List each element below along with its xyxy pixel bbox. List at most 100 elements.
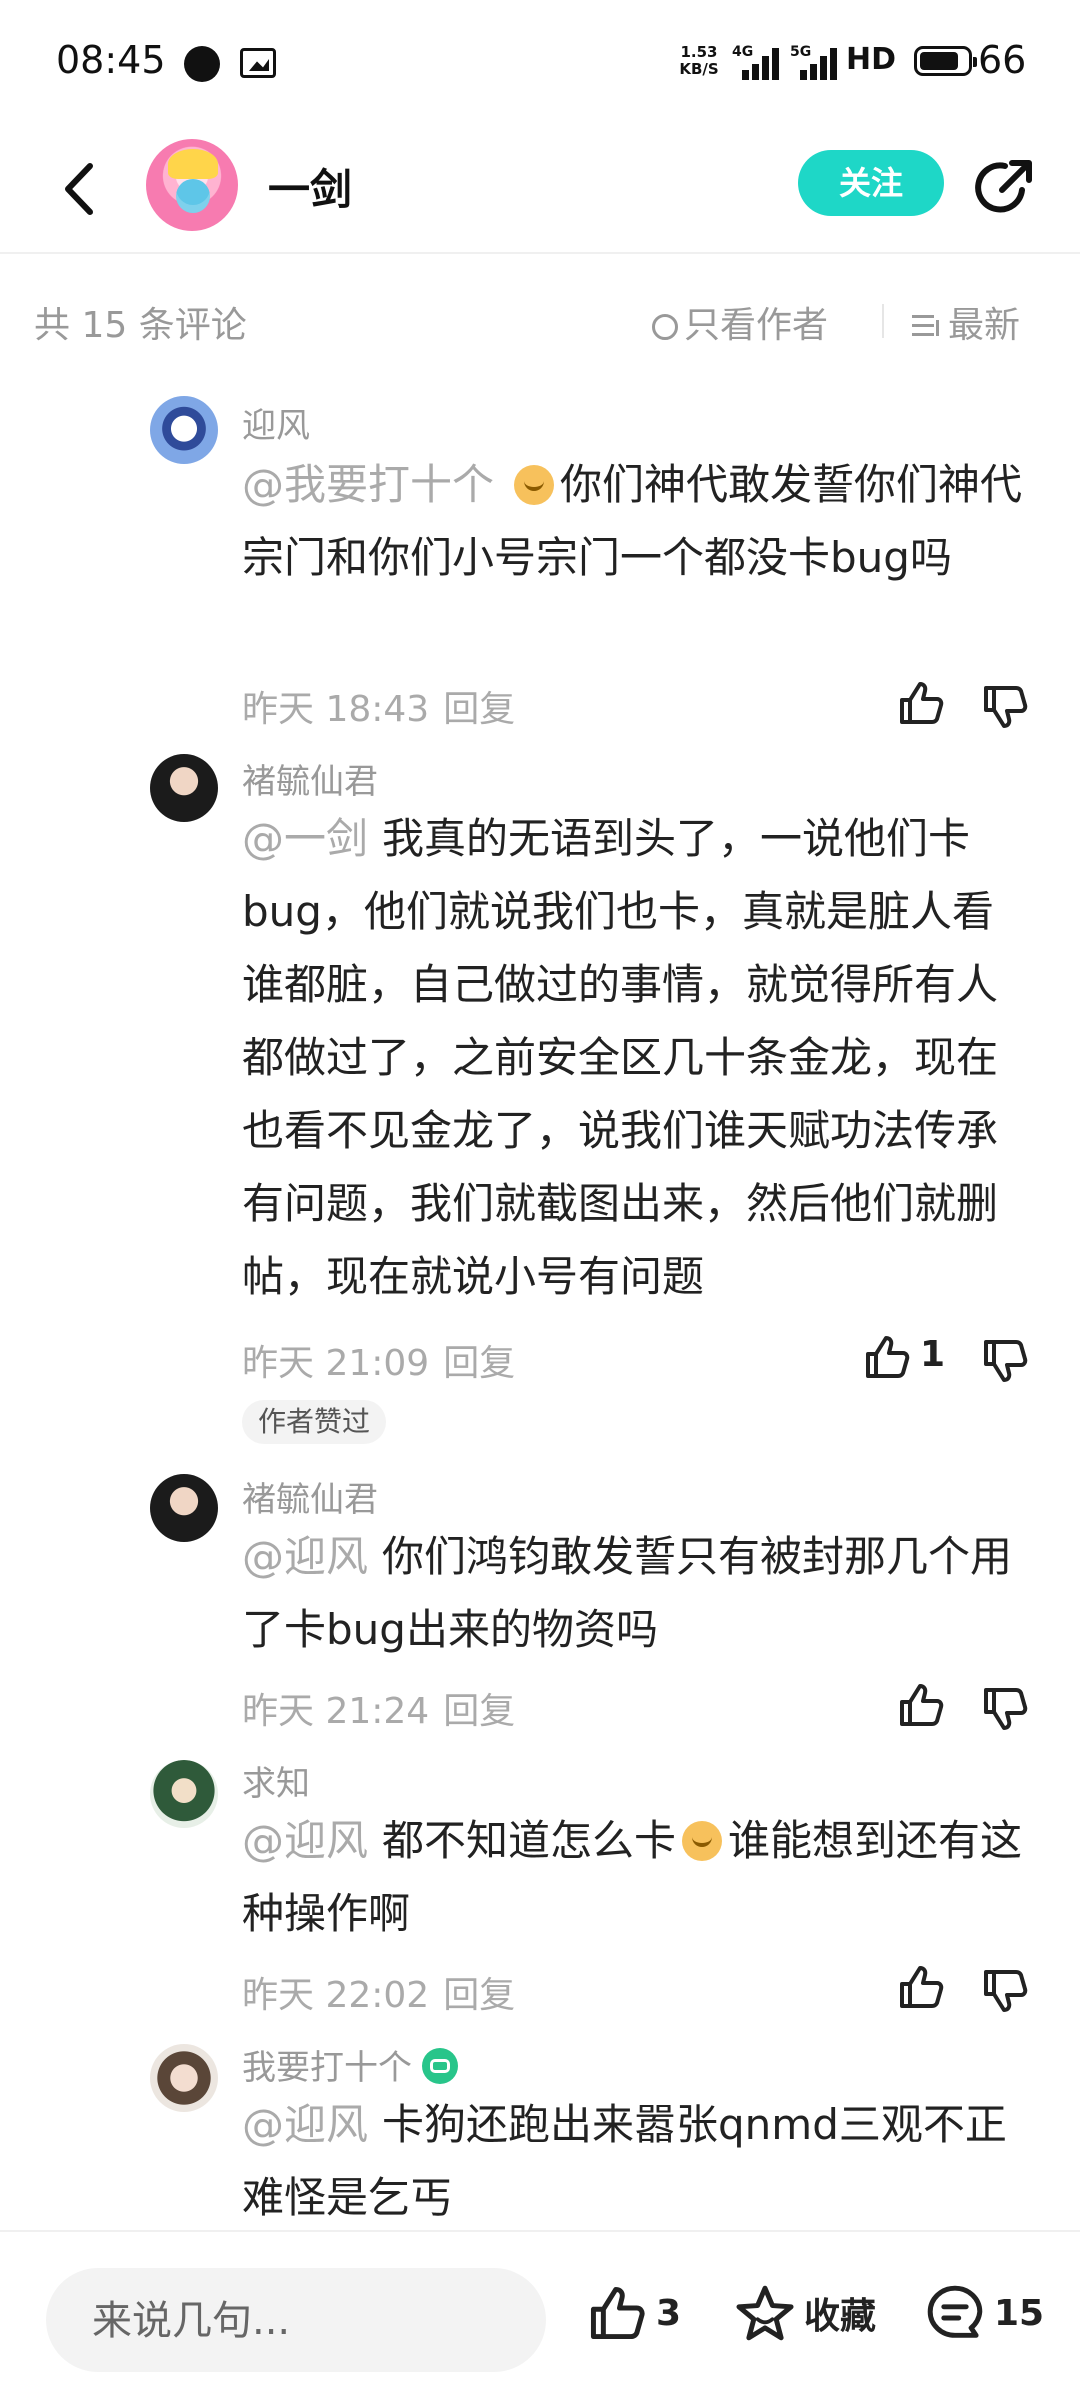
mention-link[interactable]: @迎风 xyxy=(242,2100,368,2149)
comment-username[interactable]: 褚毓仙君 xyxy=(242,1472,378,1521)
author-liked-badge: 作者赞过 xyxy=(242,1400,387,1444)
avatar[interactable] xyxy=(150,1474,218,1542)
thumbs-down-icon xyxy=(984,1340,1028,1382)
sort-newest-button[interactable]: 最新 xyxy=(912,296,1020,348)
radio-unchecked-icon xyxy=(652,314,678,340)
status-time: 08:45 xyxy=(56,38,166,82)
game-badge-icon xyxy=(422,2048,458,2084)
comment-text: @迎风 卡狗还跑出来嚣张qnmd三观不正 难怪是乞丐 xyxy=(242,2088,1032,2230)
like-button[interactable] xyxy=(862,1332,912,1382)
bottom-action-bar: 3 收藏 15 xyxy=(0,2230,1080,2402)
thumbs-up-icon xyxy=(900,682,944,724)
dislike-button[interactable] xyxy=(980,1336,1030,1386)
comment-username[interactable]: 我要打十个 xyxy=(242,2040,458,2089)
comment-username[interactable]: 迎风 xyxy=(242,398,310,447)
network-speed-unit: KB/S xyxy=(679,60,719,78)
mention-link[interactable]: @我要打十个 xyxy=(242,460,494,509)
comment-body: 都不知道怎么卡 xyxy=(382,1816,677,1865)
signal-5g-icon: 5G xyxy=(790,44,850,80)
comment-time: 昨天 18:43 xyxy=(242,689,430,730)
sort-newest-label: 最新 xyxy=(948,305,1021,346)
comment-count: 共 15 条评论 xyxy=(34,305,247,346)
avatar[interactable] xyxy=(150,1760,218,1828)
network-speed-value: 1.53 xyxy=(680,43,718,61)
comment-meta: 昨天 18:43 回复 xyxy=(242,680,515,732)
comment-meta: 昨天 21:09 回复 xyxy=(242,1334,515,1386)
chevron-left-icon xyxy=(65,163,93,215)
favorite-button[interactable]: 收藏 xyxy=(734,2282,876,2352)
comment-time: 昨天 22:02 xyxy=(242,1975,430,2016)
thumbs-up-icon xyxy=(590,2286,645,2340)
avatar[interactable] xyxy=(150,754,218,822)
post-header: 一剑 关注 xyxy=(0,126,1080,254)
mention-link[interactable]: @迎风 xyxy=(242,1532,368,1581)
battery-level: 66 xyxy=(978,38,1027,82)
comment-input[interactable] xyxy=(90,2268,534,2374)
emoji-icon xyxy=(682,1821,723,1861)
reply-button[interactable]: 回复 xyxy=(443,689,515,730)
star-icon xyxy=(736,2285,794,2341)
comment-text: @迎风 你们鸿钧敢发誓只有被封那几个用了卡bug出来的物资吗 xyxy=(242,1520,1032,1666)
comments-button[interactable]: 15 xyxy=(924,2282,1044,2352)
like-button[interactable] xyxy=(896,678,946,728)
comment-username[interactable]: 褚毓仙君 xyxy=(242,754,378,803)
author-name[interactable]: 一剑 xyxy=(268,156,352,217)
favorite-label: 收藏 xyxy=(804,2296,877,2337)
mention-link[interactable]: @迎风 xyxy=(242,1816,368,1865)
avatar[interactable] xyxy=(150,396,218,464)
share-icon xyxy=(975,160,1032,213)
reply-button[interactable]: 回复 xyxy=(443,1343,515,1384)
comment-item: 我要打十个 @迎风 卡狗还跑出来嚣张qnmd三观不正 难怪是乞丐 xyxy=(0,2040,1080,2230)
comment-meta: 昨天 21:24 回复 xyxy=(242,1682,515,1734)
dislike-button[interactable] xyxy=(980,1684,1030,1734)
only-author-label: 只看作者 xyxy=(684,305,829,346)
gallery-notification-icon xyxy=(240,48,276,78)
mention-link[interactable]: @一剑 xyxy=(242,814,368,863)
thumbs-down-icon xyxy=(984,1688,1028,1730)
network-speed: 1.53 KB/S xyxy=(676,44,722,78)
divider xyxy=(882,304,884,338)
comment-body: 我真的无语到头了，一说他们卡bug，他们就说我们也卡，真就是脏人看谁都脏，自己做… xyxy=(242,814,999,1301)
like-button[interactable] xyxy=(896,1680,946,1730)
only-author-toggle[interactable]: 只看作者 xyxy=(652,296,828,348)
avatar[interactable] xyxy=(150,2044,218,2112)
signal-4g-label: 4G xyxy=(732,44,754,60)
reply-button[interactable]: 回复 xyxy=(443,1975,515,2016)
back-button[interactable] xyxy=(50,156,110,222)
dislike-button[interactable] xyxy=(980,1966,1030,2016)
comment-text: @一剑 我真的无语到头了，一说他们卡bug，他们就说我们也卡，真就是脏人看谁都脏，… xyxy=(242,802,1032,1313)
comment-time: 昨天 21:09 xyxy=(242,1343,430,1384)
share-button[interactable] xyxy=(972,154,1038,220)
dislike-button[interactable] xyxy=(980,682,1030,732)
notification-dot-icon xyxy=(184,46,220,82)
comment-time: 昨天 21:24 xyxy=(242,1691,430,1732)
reply-button[interactable]: 回复 xyxy=(443,1691,515,1732)
thumbs-down-icon xyxy=(984,1970,1028,2012)
thumbs-up-icon xyxy=(900,1966,944,2008)
comment-count-total: 15 xyxy=(994,2292,1045,2334)
thumbs-up-icon xyxy=(866,1336,910,1378)
comment-username-text: 我要打十个 xyxy=(242,2048,412,2088)
comment-text: @我要打十个 你们神代敢发誓你们神代宗门和你们小号宗门一个都没卡bug吗 xyxy=(242,448,1032,594)
follow-button[interactable]: 关注 xyxy=(798,150,944,216)
comment-filter-bar: 共 15 条评论 只看作者 最新 xyxy=(0,254,1080,382)
hd-voice-indicator: HD xyxy=(846,42,897,77)
sort-icon xyxy=(912,312,942,340)
like-count: 1 xyxy=(920,1334,946,1375)
comment-text: @迎风 都不知道怎么卡 谁能想到还有这种操作啊 xyxy=(242,1804,1032,1950)
comment-meta: 昨天 22:02 回复 xyxy=(242,1966,515,2018)
comment-bubble-icon xyxy=(927,2285,983,2338)
comment-username[interactable]: 求知 xyxy=(242,1756,310,1805)
like-button[interactable] xyxy=(896,1962,946,2012)
author-avatar[interactable] xyxy=(146,139,238,231)
emoji-icon xyxy=(514,465,555,505)
thumbs-up-icon xyxy=(900,1684,944,1726)
comment-input-box[interactable] xyxy=(46,2268,546,2374)
thumbs-down-icon xyxy=(984,686,1028,728)
battery-icon xyxy=(914,46,977,76)
signal-4g-icon: 4G xyxy=(732,44,792,80)
status-bar: 08:45 1.53 KB/S 4G 5G HD 66 xyxy=(0,0,1080,126)
post-like-button[interactable]: 3 xyxy=(586,2282,681,2352)
post-like-count: 3 xyxy=(656,2292,682,2334)
signal-5g-label: 5G xyxy=(790,44,812,60)
